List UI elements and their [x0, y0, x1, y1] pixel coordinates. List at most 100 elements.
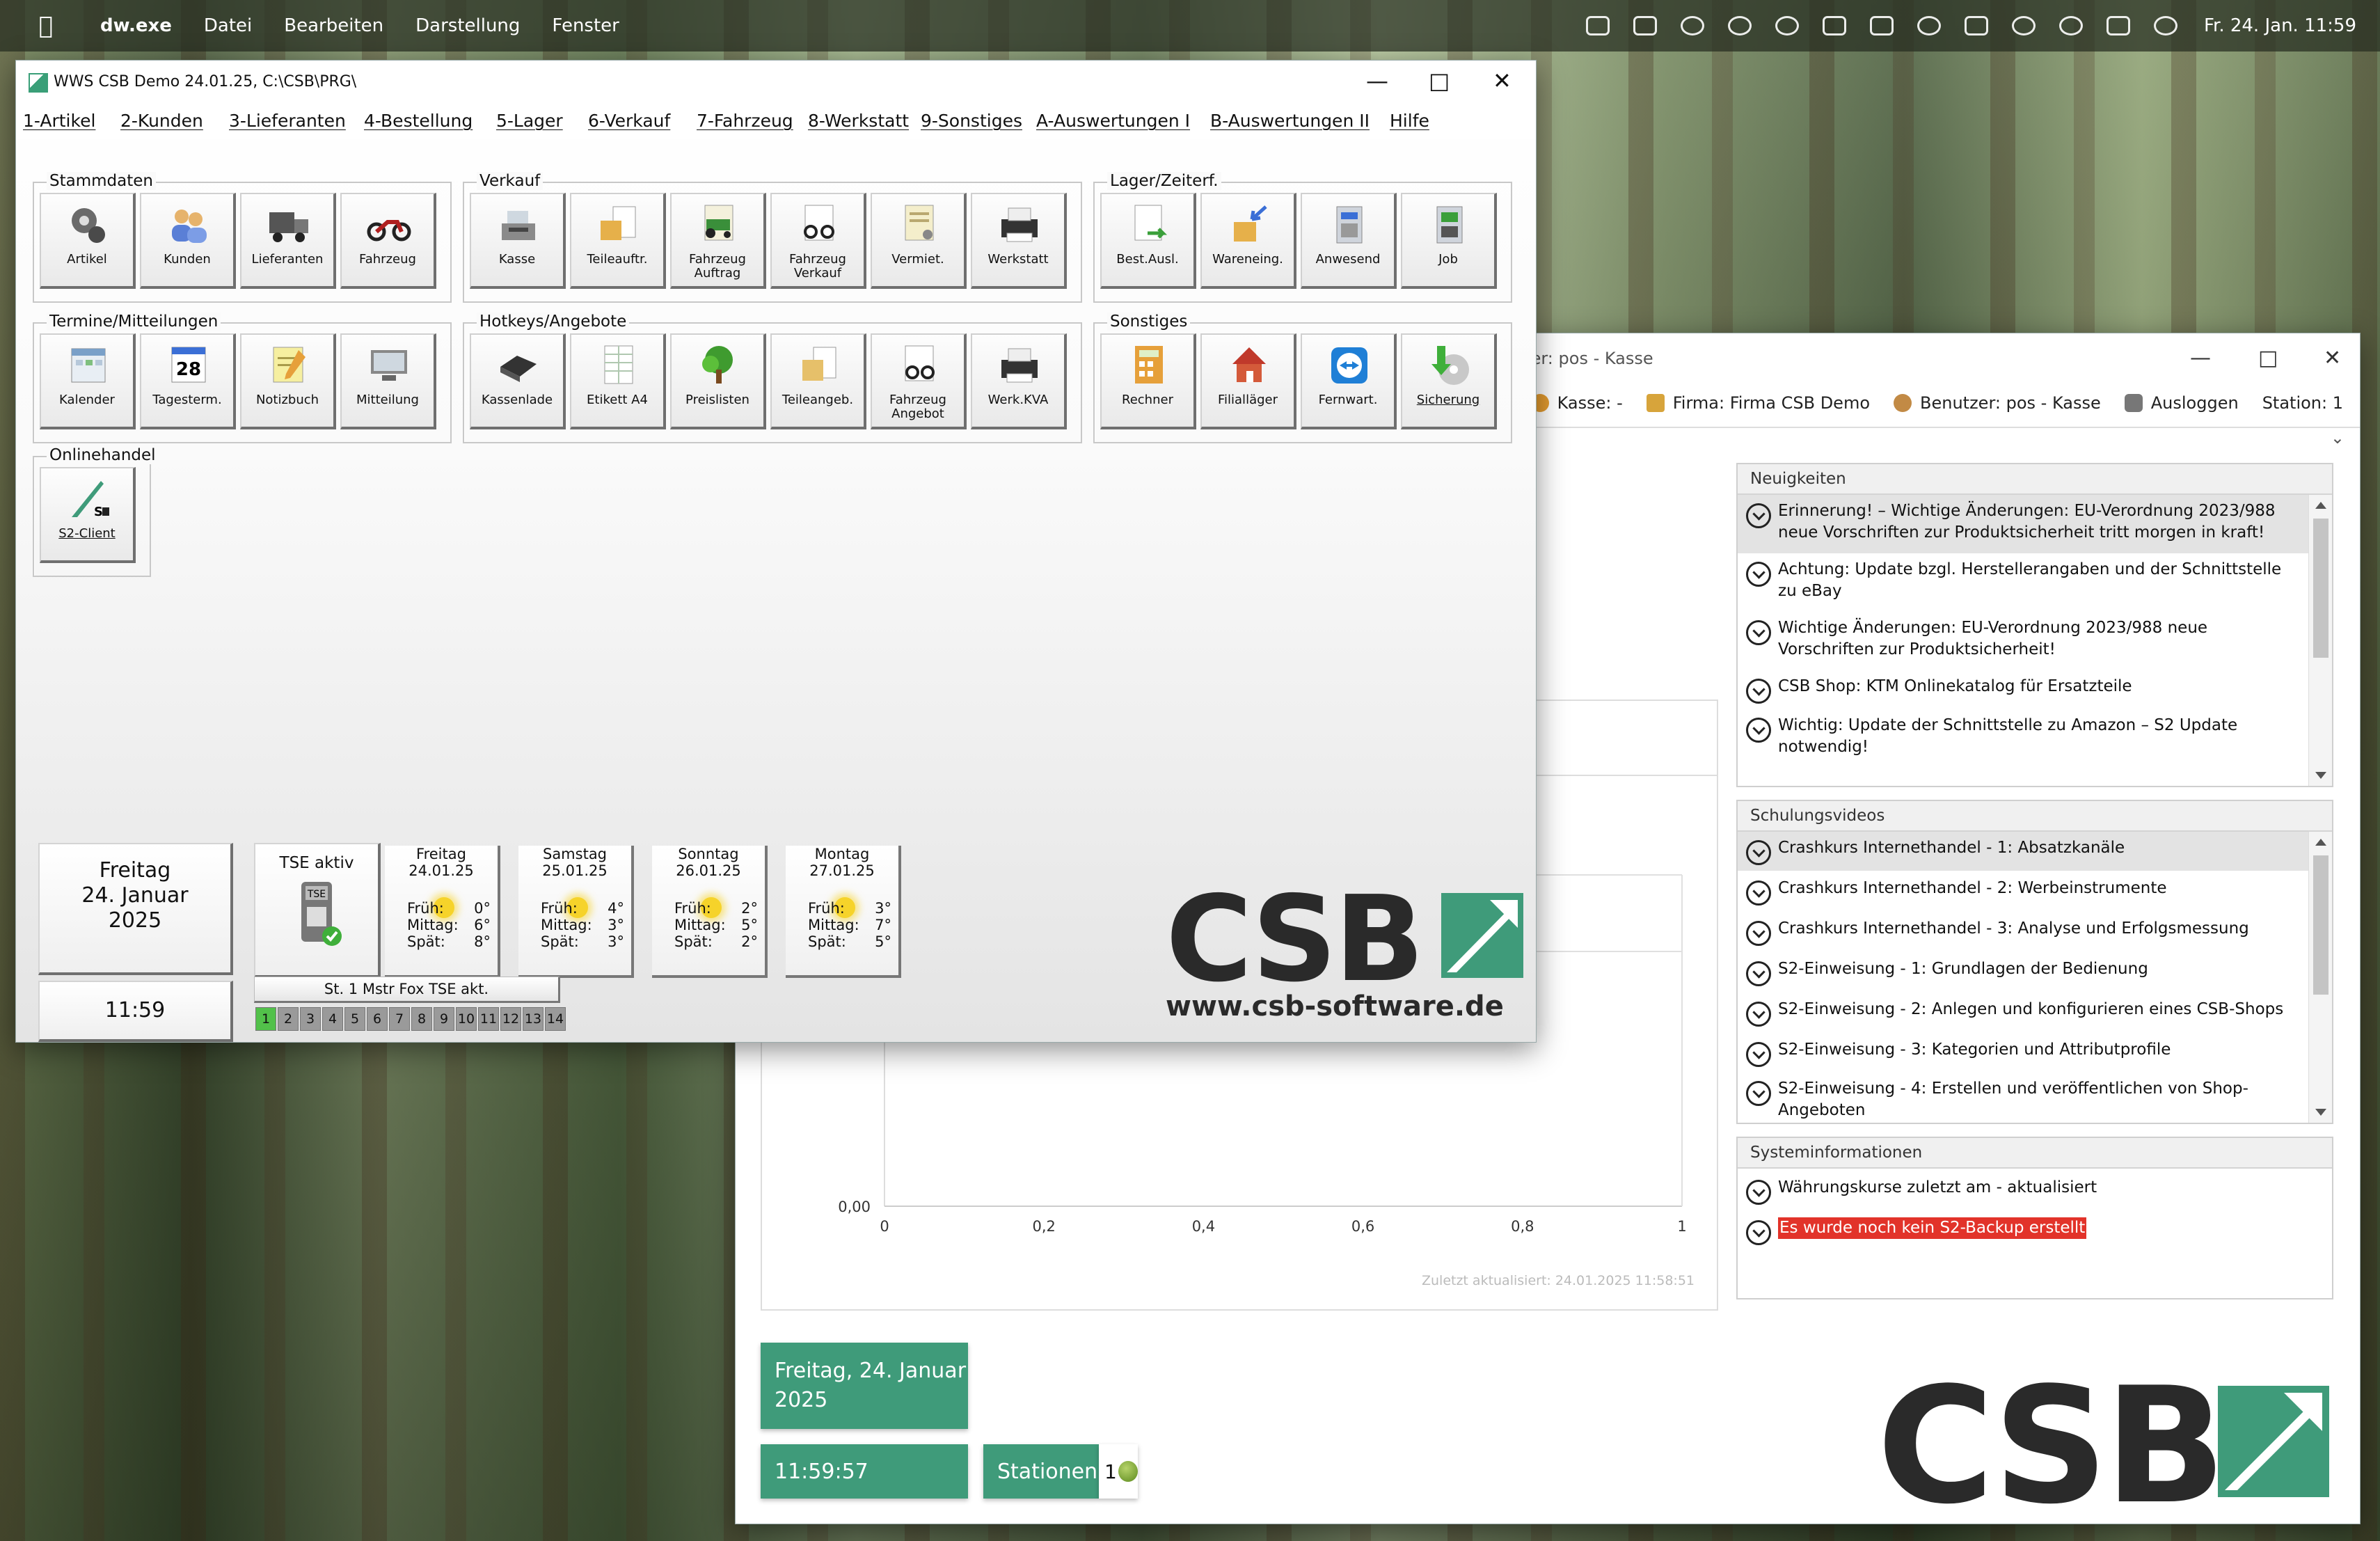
videos-scrollbar[interactable] [2308, 832, 2332, 1123]
kassenlade-button[interactable]: Kassenlade [470, 333, 566, 429]
fahrzeug-angebot-button[interactable]: Fahrzeug Angebot [871, 333, 967, 429]
tse-status[interactable]: TSE aktiv TSE [254, 843, 381, 978]
s2-client-button[interactable]: S S2-Client [40, 467, 136, 563]
filiallaeger-button[interactable]: Filialläger [1200, 333, 1296, 429]
tools-icon[interactable] [1633, 16, 1657, 35]
menu-auswertungen-2[interactable]: B-Auswertungen II [1210, 111, 1370, 131]
station-8[interactable]: 8 [411, 1007, 432, 1031]
video-item[interactable]: S2-Einweisung - 2: Anlegen und konfiguri… [1738, 993, 2332, 1032]
fahrzeug-verkauf-button[interactable]: Fahrzeug Verkauf [770, 193, 866, 289]
scroll-down-icon[interactable] [2315, 772, 2326, 779]
kalender-button[interactable]: Kalender [40, 333, 136, 429]
station-11[interactable]: 11 [478, 1007, 499, 1031]
apple-icon[interactable]:  [26, 12, 65, 40]
kasse-status[interactable]: Kasse: - [1530, 393, 1623, 413]
vermietung-button[interactable]: Vermiet. [871, 193, 967, 289]
menubar-item-bearbeiten[interactable]: Bearbeiten [284, 15, 383, 36]
kasse-button[interactable]: Kasse [470, 193, 566, 289]
menubar-item-fenster[interactable]: Fenster [552, 15, 619, 36]
station-2[interactable]: 2 [278, 1007, 299, 1031]
station-10[interactable]: 10 [456, 1007, 477, 1031]
mute-icon[interactable] [1917, 16, 1941, 35]
video-item[interactable]: S2-Einweisung - 1: Grundlagen der Bedien… [1738, 953, 2332, 992]
video-item[interactable]: Crashkurs Internethandel - 2: Werbeinstr… [1738, 872, 2332, 911]
firma-status[interactable]: Firma: Firma CSB Demo [1646, 393, 1870, 413]
info-icon[interactable] [1775, 16, 1799, 35]
close-button[interactable]: ✕ [1493, 68, 1512, 94]
werk-kva-button[interactable]: Werk.KVA [971, 333, 1067, 429]
video-item[interactable]: Crashkurs Internethandel - 1: Absatzkanä… [1738, 832, 2332, 871]
expand-icon[interactable] [1746, 880, 1771, 906]
news-item[interactable]: Wichtig: Update der Schnittstelle zu Ama… [1738, 709, 2332, 768]
station-13[interactable]: 13 [523, 1007, 544, 1031]
menu-artikel[interactable]: 1-Artikel [23, 111, 95, 131]
menu-sonstiges[interactable]: 9-Sonstiges [921, 111, 1022, 131]
preislisten-button[interactable]: Preislisten [670, 333, 766, 429]
news-item[interactable]: Achtung: Update bzgl. Herstellerangaben … [1738, 553, 2332, 612]
wifi-icon[interactable] [2011, 16, 2036, 35]
menubar-app-name[interactable]: dw.exe [100, 15, 172, 36]
expand-icon[interactable] [1746, 1002, 1771, 1027]
wws-titlebar[interactable]: WWS CSB Demo 24.01.25, C:\CSB\PRG\ [16, 61, 1536, 102]
station-9[interactable]: 9 [434, 1007, 454, 1031]
benutzer-status[interactable]: Benutzer: pos - Kasse [1894, 393, 2101, 413]
menubar-clock[interactable]: Fr. 24. Jan. 11:59 [2204, 15, 2356, 36]
pos-close-button[interactable]: ✕ [2324, 346, 2341, 370]
rechner-button[interactable]: Rechner [1100, 333, 1196, 429]
anwesend-button[interactable]: Anwesend [1301, 193, 1397, 289]
expand-icon[interactable] [1746, 1042, 1771, 1067]
kunden-button[interactable]: Kunden [140, 193, 236, 289]
scroll-down-icon[interactable] [2315, 1109, 2326, 1116]
news-item[interactable]: Wichtige Änderungen: EU-Verordnung 2023/… [1738, 612, 2332, 670]
sysinfo-item[interactable]: Währungskurse zuletzt am - aktualisiert [1738, 1171, 2332, 1210]
news-scroll-thumb[interactable] [2313, 519, 2329, 658]
menu-auswertungen-1[interactable]: A-Auswertungen I [1036, 111, 1190, 131]
expand-icon[interactable] [1746, 620, 1771, 645]
expand-icon[interactable] [1746, 840, 1771, 865]
expand-icon[interactable] [1746, 718, 1771, 743]
station-6[interactable]: 6 [367, 1007, 388, 1031]
wareneingang-button[interactable]: Wareneing. [1200, 193, 1296, 289]
menu-hilfe[interactable]: Hilfe [1390, 111, 1429, 131]
teileauftrag-button[interactable]: Teileauftr. [570, 193, 666, 289]
menu-lieferanten[interactable]: 3-Lieferanten [229, 111, 346, 131]
menu-verkauf[interactable]: 6-Verkauf [588, 111, 670, 131]
news-scrollbar[interactable] [2308, 495, 2332, 786]
expand-icon[interactable] [1746, 679, 1771, 704]
mitteilung-button[interactable]: Mitteilung [340, 333, 436, 429]
teileangebot-button[interactable]: Teileangeb. [770, 333, 866, 429]
minimize-button[interactable]: — [1366, 68, 1388, 94]
menu-lager[interactable]: 5-Lager [496, 111, 563, 131]
video-item[interactable]: S2-Einweisung - 3: Kategorien und Attrib… [1738, 1034, 2332, 1073]
chevron-down-icon[interactable]: ⌄ [2331, 428, 2345, 448]
job-button[interactable]: Job [1401, 193, 1497, 289]
pos-minimize-button[interactable]: — [2190, 346, 2211, 370]
station-5[interactable]: 5 [344, 1007, 365, 1031]
notizbuch-button[interactable]: Notizbuch [240, 333, 336, 429]
expand-icon[interactable] [1746, 961, 1771, 986]
video-item[interactable]: S2-Einweisung - 4: Erstellen und veröffe… [1738, 1073, 2332, 1123]
station-indicator[interactable]: 1 [1099, 1444, 1138, 1499]
search-icon[interactable] [2058, 16, 2083, 35]
fahrzeug-auftrag-button[interactable]: Fahrzeug Auftrag [670, 193, 766, 289]
fernwartung-button[interactable]: Fernwart. [1301, 333, 1397, 429]
expand-icon[interactable] [1746, 1220, 1771, 1245]
expand-icon[interactable] [1746, 1180, 1771, 1205]
menubar-item-datei[interactable]: Datei [204, 15, 252, 36]
stations-tile[interactable]: Stationen [983, 1444, 1099, 1499]
station-14[interactable]: 14 [545, 1007, 566, 1031]
tagestermine-button[interactable]: 28 Tagesterm. [140, 333, 236, 429]
screen-icon[interactable] [1585, 16, 1610, 35]
drive-icon[interactable] [1869, 16, 1894, 35]
menubar-item-darstellung[interactable]: Darstellung [415, 15, 520, 36]
station-1[interactable]: 1 [255, 1007, 276, 1031]
menu-werkstatt[interactable]: 8-Werkstatt [808, 111, 909, 131]
siri-icon[interactable] [2153, 16, 2177, 35]
station-3[interactable]: 3 [300, 1007, 321, 1031]
csb-website[interactable]: www.csb-software.de [1166, 990, 1504, 1022]
window-icon[interactable] [1822, 16, 1846, 35]
videos-scroll-thumb[interactable] [2313, 855, 2329, 995]
play-icon[interactable] [1680, 16, 1704, 35]
expand-icon[interactable] [1746, 921, 1771, 946]
news-item[interactable]: CSB Shop: KTM Onlinekatalog für Ersatzte… [1738, 670, 2332, 709]
